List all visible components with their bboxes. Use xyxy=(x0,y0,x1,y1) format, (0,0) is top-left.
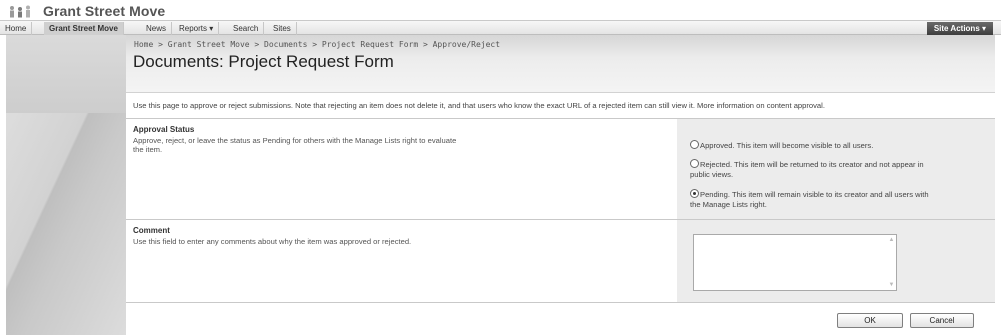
form-button-bar: OK Cancel xyxy=(126,302,995,335)
approval-status-heading: Approval Status xyxy=(133,125,195,134)
radio-pending-label: Pending. This item will remain visible t… xyxy=(700,190,929,199)
scroll-up-arrow-icon[interactable]: ▲ xyxy=(888,237,895,243)
nav-sites[interactable]: Sites xyxy=(268,22,297,35)
radio-rejected-circle[interactable] xyxy=(690,159,699,168)
comment-input-panel: ▲ ▼ xyxy=(677,219,995,302)
radio-approved-label: Approved. This item will become visible … xyxy=(700,141,874,150)
radio-approved-circle[interactable] xyxy=(690,140,699,149)
main-content: Use this page to approve or reject submi… xyxy=(126,93,995,335)
approval-status-description: Approve, reject, or leave the status as … xyxy=(133,136,456,154)
nav-home[interactable]: Home xyxy=(0,22,33,35)
comment-description: Use this field to enter any comments abo… xyxy=(133,237,412,246)
radio-pending-label-line2: the Manage Lists right. xyxy=(690,200,767,209)
cancel-button[interactable]: Cancel xyxy=(910,313,974,328)
comment-scrollbar[interactable]: ▲ ▼ xyxy=(693,234,897,291)
page-title: Documents: Project Request Form xyxy=(133,52,394,71)
comment-section: Comment Use this field to enter any comm… xyxy=(126,219,677,302)
radio-pending[interactable]: Pending. This item will remain visible t… xyxy=(690,189,990,210)
radio-approved[interactable]: Approved. This item will become visible … xyxy=(690,140,990,151)
site-actions-menu[interactable]: Site Actions ▾ xyxy=(926,22,993,35)
nav-grant-street-move[interactable]: Grant Street Move xyxy=(44,22,124,35)
people-logo-icon xyxy=(10,5,30,18)
intro-text: Use this page to approve or reject submi… xyxy=(133,101,825,110)
radio-rejected-label-line2: public views. xyxy=(690,170,734,179)
top-navigation: Home Grant Street Move News Reports ▾ Se… xyxy=(0,20,1001,35)
approval-desc-line2: the item. xyxy=(133,145,163,154)
top-bar: Grant Street Move xyxy=(0,0,1001,20)
nav-reports[interactable]: Reports ▾ xyxy=(174,22,220,35)
breadcrumb[interactable]: Home > Grant Street Move > Documents > P… xyxy=(134,40,500,49)
ok-button[interactable]: OK xyxy=(837,313,903,328)
approval-options-panel: Approved. This item will become visible … xyxy=(677,118,995,219)
comment-heading: Comment xyxy=(133,226,170,235)
nav-news[interactable]: News xyxy=(141,22,173,35)
left-pane-header xyxy=(6,35,126,113)
nav-search[interactable]: Search xyxy=(228,22,265,35)
page-title-area: Home > Grant Street Move > Documents > P… xyxy=(126,35,995,93)
radio-rejected-label: Rejected. This item will be returned to … xyxy=(700,160,924,169)
approval-status-section: Approval Status Approve, reject, or leav… xyxy=(126,118,677,219)
radio-pending-circle[interactable] xyxy=(690,189,699,198)
approval-desc-line1: Approve, reject, or leave the status as … xyxy=(133,136,457,145)
site-title[interactable]: Grant Street Move xyxy=(43,3,165,19)
scroll-down-arrow-icon[interactable]: ▼ xyxy=(888,282,895,288)
radio-rejected[interactable]: Rejected. This item will be returned to … xyxy=(690,159,990,180)
